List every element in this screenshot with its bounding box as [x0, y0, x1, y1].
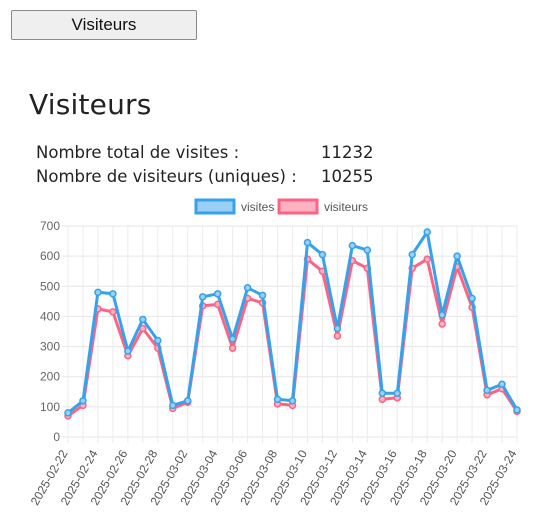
legend-label-visites: visites [241, 200, 274, 214]
data-point-visites [109, 290, 117, 298]
y-tick-label: 500 [40, 279, 60, 293]
page-title: Visiteurs [29, 88, 152, 121]
stat-label: Nombre de visiteurs (uniques) : [36, 166, 297, 186]
stat-label: Nombre total de visites : [36, 142, 240, 162]
data-point-visiteurs [378, 395, 387, 404]
data-point-visites [423, 228, 431, 236]
stats-table: Nombre total de visites : 11232 Nombre d… [36, 140, 374, 188]
data-point-visiteurs [333, 332, 342, 340]
data-point-visites [94, 288, 102, 297]
data-point-visites [318, 250, 327, 259]
data-point-visites [393, 389, 402, 398]
data-point-visites [378, 389, 387, 398]
y-tick-label: 300 [40, 340, 60, 354]
stat-row-unique-visitors: Nombre de visiteurs (uniques) : 10255 [36, 164, 374, 188]
data-point-visites [273, 395, 282, 404]
data-point-visiteurs [438, 320, 446, 328]
data-point-visites [408, 250, 416, 259]
data-point-visites [303, 238, 312, 247]
y-tick-label: 400 [40, 309, 60, 323]
data-point-visites [438, 311, 446, 319]
data-point-visites [288, 397, 297, 405]
y-tick-label: 100 [40, 400, 60, 414]
data-point-visites [124, 347, 132, 355]
data-point-visites [139, 315, 147, 324]
data-point-visites [154, 336, 162, 345]
visits-line-chart: 01002003004005006007002025-02-222025-02-… [28, 198, 521, 508]
stat-value: 10255 [321, 166, 374, 186]
stat-row-total-visits: Nombre total de visites : 11232 [36, 140, 374, 164]
data-point-visites [483, 386, 491, 395]
stat-value: 11232 [321, 142, 374, 162]
data-point-visites [348, 241, 357, 250]
data-point-visites [363, 246, 372, 254]
data-point-visites [183, 397, 192, 405]
data-point-visiteurs [109, 308, 117, 316]
y-tick-label: 700 [40, 219, 60, 233]
data-point-visiteurs [423, 255, 431, 263]
legend-swatch-visiteurs [277, 198, 319, 215]
data-point-visiteurs [228, 344, 237, 352]
data-point-visites [453, 252, 461, 260]
y-tick-label: 200 [40, 370, 60, 384]
data-point-visites [468, 294, 476, 303]
legend-label-visiteurs: visiteurs [324, 200, 368, 214]
data-point-visites [513, 406, 521, 414]
data-point-visites [258, 291, 267, 300]
data-point-visites [79, 397, 87, 405]
data-point-visites [498, 380, 506, 388]
data-point-visites [64, 409, 72, 417]
y-tick-label: 600 [40, 249, 60, 263]
data-point-visites [333, 324, 342, 333]
data-point-visites [169, 401, 177, 410]
data-point-visites [228, 335, 237, 343]
y-tick-label: 0 [53, 430, 60, 444]
data-point-visites [213, 290, 222, 298]
legend-swatch-visites [194, 198, 236, 215]
data-point-visites [243, 284, 252, 292]
visiteurs-button[interactable]: Visiteurs [11, 10, 197, 40]
data-point-visites [198, 293, 207, 301]
